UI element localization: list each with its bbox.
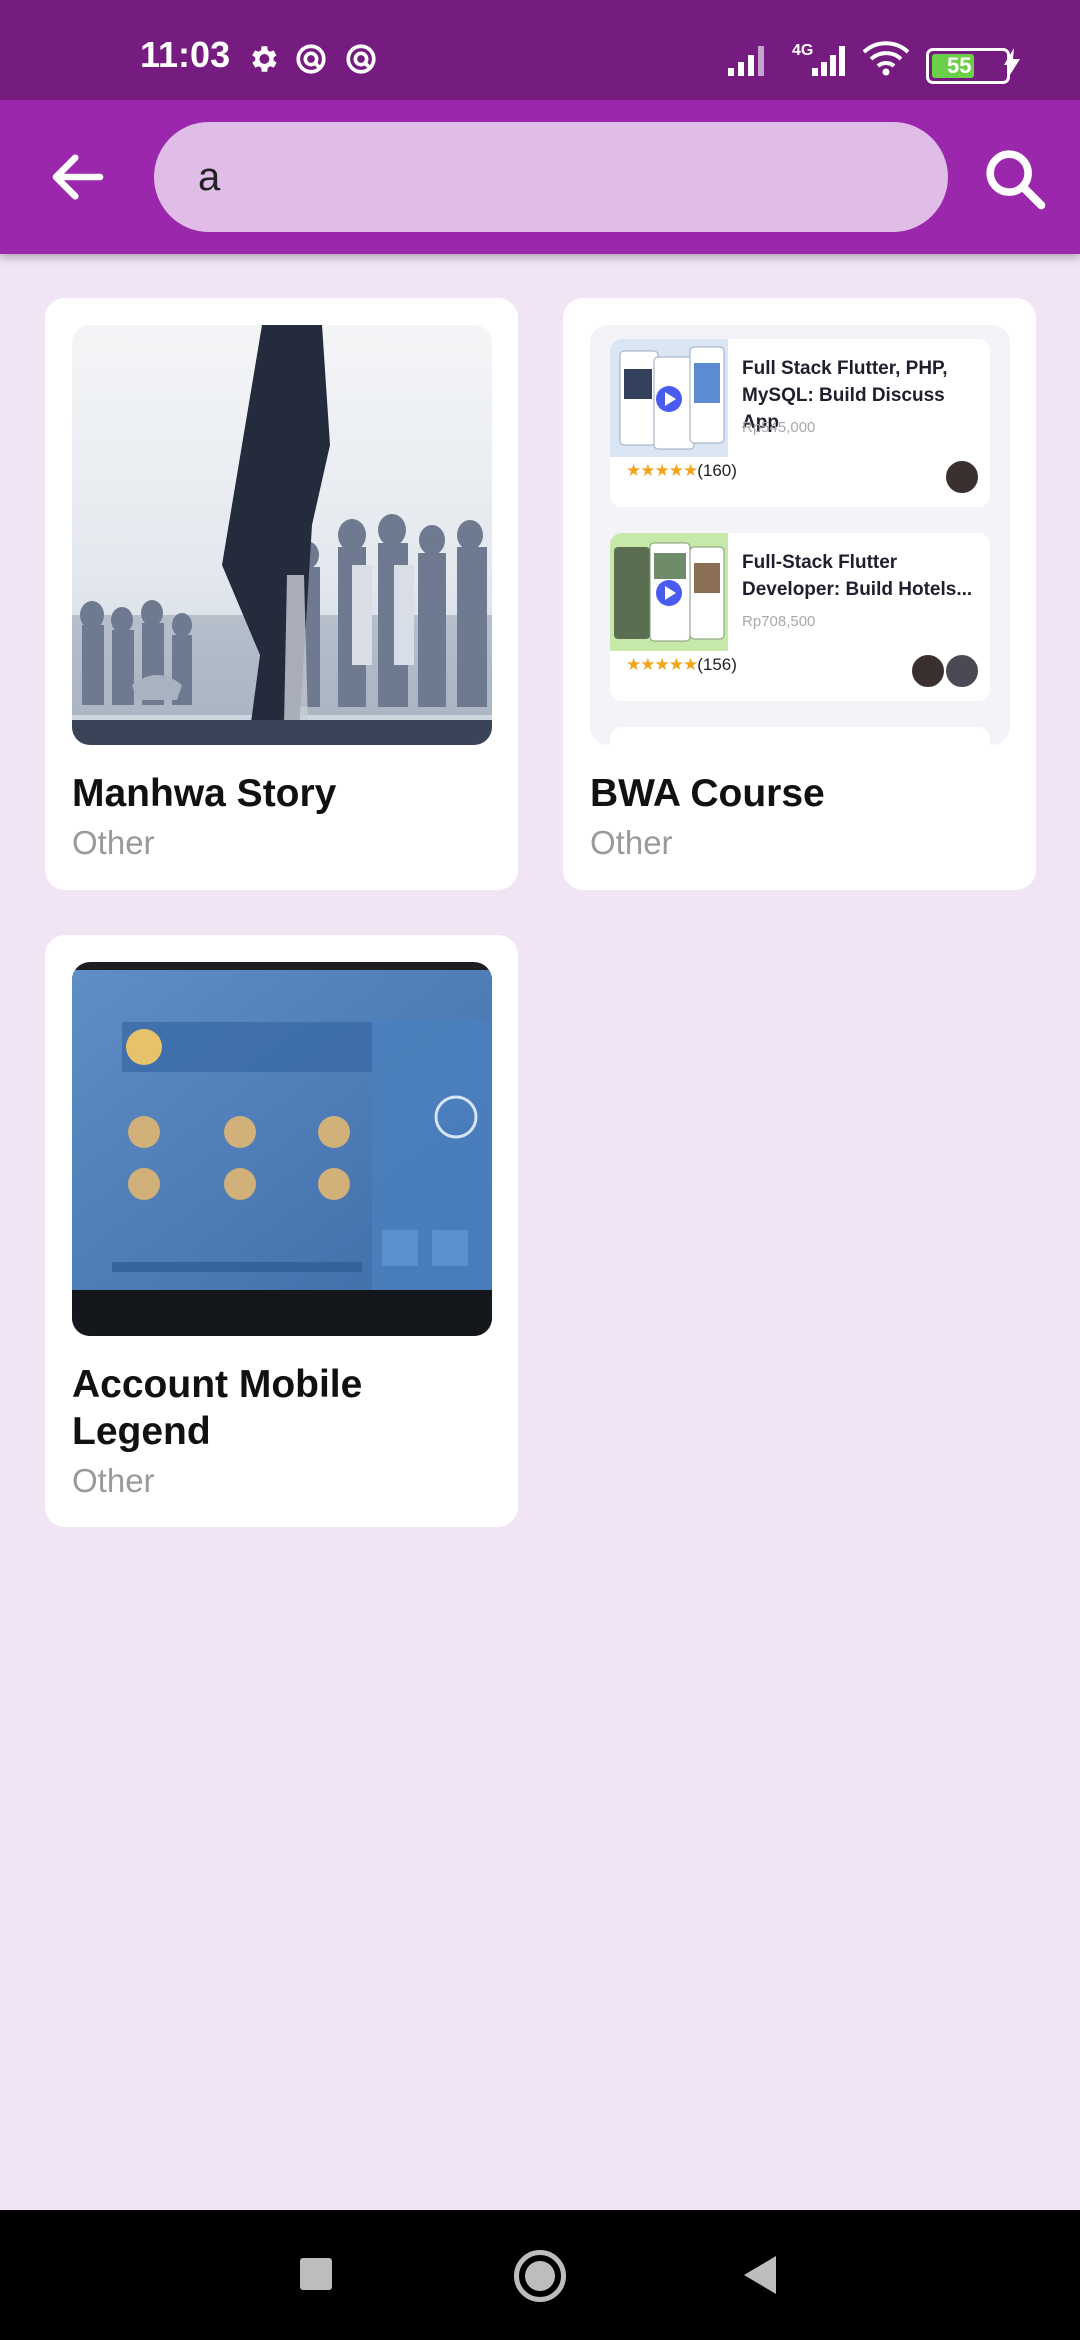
author-avatar xyxy=(944,653,980,689)
course-item: Full Stack Flutter, PHP, MySQL: Build Di… xyxy=(610,339,990,507)
author-avatar xyxy=(910,653,946,689)
result-card-manhwa[interactable]: Manhwa Story Other xyxy=(45,298,518,890)
home-button[interactable] xyxy=(514,2250,566,2302)
status-bar: 11:03 4G 55 xyxy=(0,0,1080,100)
recents-button[interactable] xyxy=(300,2258,332,2290)
manhwa-thumbnail xyxy=(72,325,492,745)
course-item: Full-Stack Flutter Developer: Build Hote… xyxy=(610,533,990,701)
status-time: 11:03 xyxy=(140,34,231,75)
rating-count: (160) xyxy=(697,461,737,480)
bwa-thumbnail: Full Stack Flutter, PHP, MySQL: Build Di… xyxy=(590,325,1010,745)
course-item-partial xyxy=(610,727,990,745)
course-rating: ★★★★★(156) xyxy=(626,655,737,675)
search-icon[interactable] xyxy=(980,144,1050,214)
card-category: Other xyxy=(72,824,155,861)
card-category: Other xyxy=(590,824,673,861)
battery-indicator: 55 xyxy=(926,48,1010,84)
account-thumbnail xyxy=(72,962,492,1336)
course-thumbnail xyxy=(610,339,728,457)
search-input-value: a xyxy=(198,155,221,199)
back-arrow-icon[interactable] xyxy=(40,144,116,210)
course-title: Full-Stack Flutter Developer: Build Hote… xyxy=(742,552,973,600)
battery-level: 55 xyxy=(947,53,972,78)
course-price: Rp545,000 xyxy=(742,419,816,436)
rating-stars-icon: ★★★★★ xyxy=(626,461,698,480)
card-title: BWA Course xyxy=(590,772,825,815)
card-title: Account Mobile Legend xyxy=(72,1363,363,1453)
sync-icon-2 xyxy=(346,44,376,74)
sync-icon xyxy=(296,44,326,74)
result-card-account[interactable]: Account Mobile Legend Other xyxy=(45,935,518,1527)
signal-4g-icon xyxy=(812,46,845,76)
card-title: Manhwa Story xyxy=(72,772,337,815)
signal-icon xyxy=(728,46,764,76)
charging-icon xyxy=(1004,48,1020,78)
course-price: Rp708,500 xyxy=(742,613,816,630)
course-thumbnail xyxy=(610,533,728,651)
author-avatar xyxy=(944,459,980,495)
rating-count: (156) xyxy=(697,655,737,674)
wifi-icon xyxy=(862,41,910,76)
settings-icon xyxy=(252,46,277,72)
rating-stars-icon: ★★★★★ xyxy=(626,655,698,674)
search-input[interactable]: a xyxy=(154,122,948,232)
back-button[interactable] xyxy=(740,2254,780,2296)
card-category: Other xyxy=(72,1462,155,1499)
course-rating: ★★★★★(160) xyxy=(626,461,737,481)
system-navigation-bar xyxy=(0,2210,1080,2340)
result-card-bwa[interactable]: Full Stack Flutter, PHP, MySQL: Build Di… xyxy=(563,298,1036,890)
search-app-bar: a xyxy=(0,100,1080,254)
